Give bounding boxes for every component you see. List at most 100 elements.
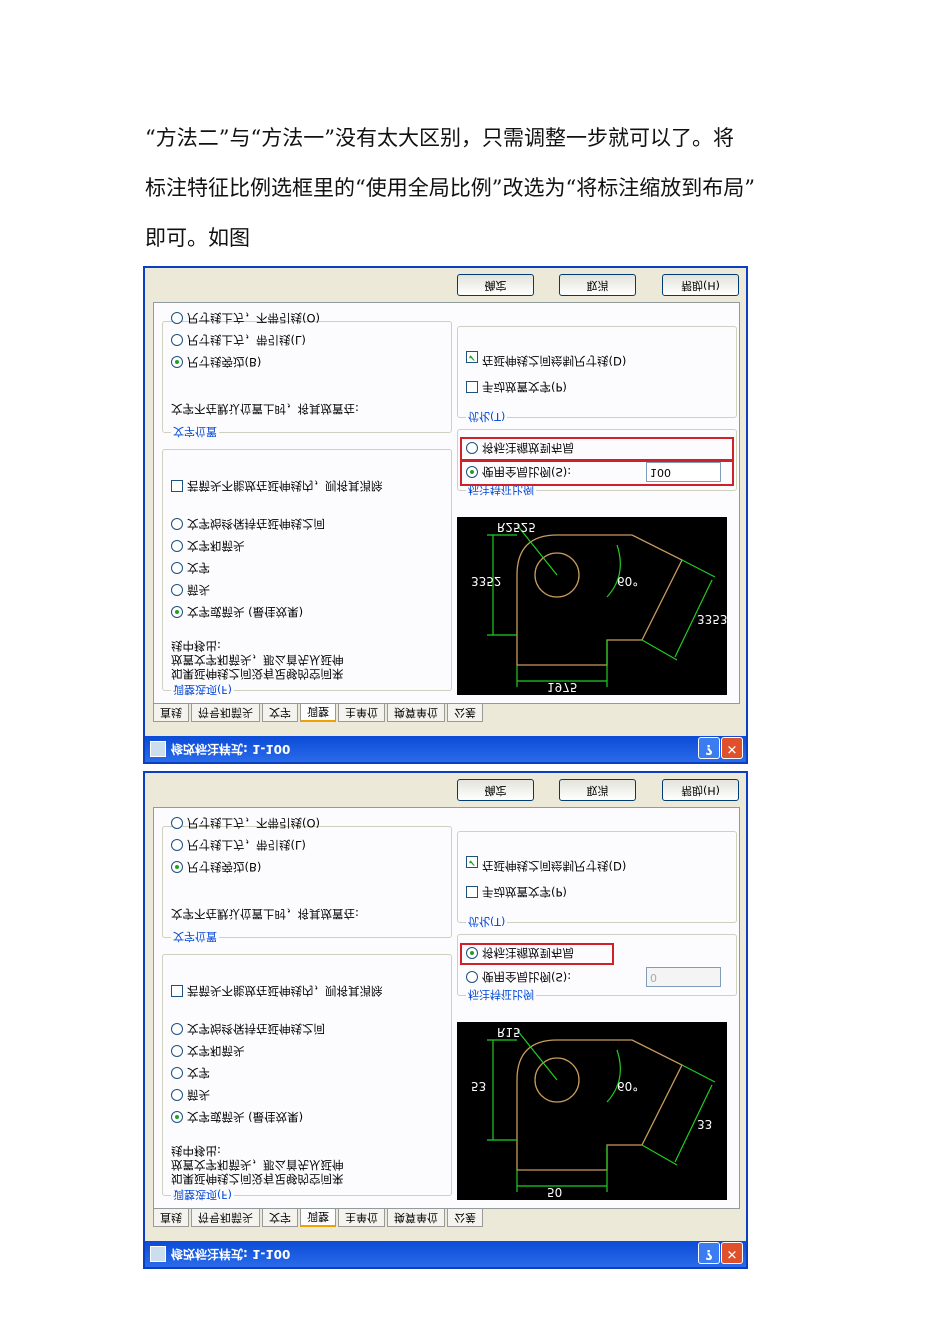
tab-5[interactable]: 换算单位 xyxy=(387,1209,445,1227)
fit-option-label: 文字始终保持在延伸线之间 xyxy=(187,517,325,531)
cancel-button[interactable]: 取消 xyxy=(559,779,636,801)
checkbox-checked-icon[interactable]: ✔ xyxy=(466,351,478,363)
suppress-arrows-checkbox[interactable]: 若箭头不能放在延伸线内，则将其消除 xyxy=(171,983,383,999)
radio-icon[interactable] xyxy=(171,540,183,552)
radio-icon[interactable] xyxy=(171,1045,183,1057)
radio-icon[interactable] xyxy=(171,312,183,324)
radio-icon[interactable] xyxy=(171,1067,183,1079)
radio-icon[interactable] xyxy=(171,562,183,574)
fit-option-1[interactable]: 箭头 xyxy=(171,1087,210,1103)
checkbox-icon[interactable] xyxy=(171,480,183,492)
group-title: 调整选项(F) xyxy=(171,1187,234,1203)
fit-option-0[interactable]: 文字或箭头 (最佳效果) xyxy=(171,604,303,620)
fit-option-0[interactable]: 文字或箭头 (最佳效果) xyxy=(171,1109,303,1125)
tab-0[interactable]: 直线 xyxy=(153,704,189,722)
title-bar: 修改标注样式: 1-100 ? ✕ xyxy=(145,1241,746,1267)
dim-radius: R2525 xyxy=(497,520,536,534)
checkbox-icon[interactable] xyxy=(466,886,478,898)
text-placement-option-0[interactable]: 尺寸线旁边(B) xyxy=(171,859,261,875)
radio-icon[interactable] xyxy=(171,1111,183,1123)
help-icon[interactable]: ? xyxy=(698,1242,720,1264)
fit-option-label: 文字始终保持在延伸线之间 xyxy=(187,1022,325,1036)
dim-angle: 60° xyxy=(617,574,638,588)
radio-icon[interactable] xyxy=(171,1089,183,1101)
cancel-button[interactable]: 取消 xyxy=(559,274,636,296)
text-placement-option-1[interactable]: 尺寸线上方，带引线(L) xyxy=(171,332,306,348)
manual-placement-checkbox[interactable]: 手动放置文字(P) xyxy=(466,884,567,900)
draw-dim-line-checkbox[interactable]: ✔ 在延伸线之间绘制尺寸线(D) xyxy=(466,856,626,874)
radio-icon[interactable] xyxy=(171,584,183,596)
fit-option-3[interactable]: 文字和箭头 xyxy=(171,1043,245,1059)
title-bar: 修改标注样式: 1-100 ? ✕ xyxy=(145,736,746,762)
checkbox-icon[interactable] xyxy=(466,381,478,393)
tab-strip: 直线 符号和箭头 文字 调整 主单位 换算单位 公差 xyxy=(153,1209,485,1227)
tab-2[interactable]: 文字 xyxy=(262,1209,298,1227)
manual-placement-checkbox[interactable]: 手动放置文字(P) xyxy=(466,379,567,395)
radio-icon[interactable] xyxy=(171,334,183,346)
text-placement-option-0[interactable]: 尺寸线旁边(B) xyxy=(171,354,261,370)
tab-1[interactable]: 符号和箭头 xyxy=(191,1209,260,1227)
checkbox-checked-icon[interactable]: ✔ xyxy=(466,856,478,868)
highlight-box xyxy=(460,943,614,965)
text-placement-option-2[interactable]: 尺寸线上方，不带引线(O) xyxy=(171,815,320,831)
fit-options-group: 调整选项(F) 如果延伸线之间没有足够的空间来 放置文字和箭头，那么首先从延伸 … xyxy=(162,449,452,698)
tab-3[interactable]: 调整 xyxy=(300,704,336,722)
text-placement-option-1[interactable]: 尺寸线上方，带引线(L) xyxy=(171,837,306,853)
close-icon[interactable]: ✕ xyxy=(721,1242,743,1264)
group-title: 优化(T) xyxy=(466,914,508,930)
dialog-title: 修改标注样式: 1-100 xyxy=(171,1247,291,1261)
help-icon[interactable]: ? xyxy=(698,737,720,759)
ok-button[interactable]: 确定 xyxy=(457,779,534,801)
tab-3[interactable]: 调整 xyxy=(300,1209,336,1227)
text-placement-label: 尺寸线旁边(B) xyxy=(187,860,262,874)
help-button[interactable]: 帮助(H) xyxy=(662,274,739,296)
suppress-arrows-checkbox[interactable]: 若箭头不能放在延伸线内，则将其消除 xyxy=(171,478,383,494)
fit-option-2[interactable]: 文字 xyxy=(171,1065,210,1081)
tab-2[interactable]: 文字 xyxy=(262,704,298,722)
part-outline xyxy=(516,534,683,666)
document-page: “方法二”与“方法一”没有太大区别，只需调整一步就可以了。将 标注特征比例选框里… xyxy=(0,0,950,1344)
radio-icon[interactable] xyxy=(171,817,183,829)
dimension-lines xyxy=(487,524,716,687)
group-title: 优化(T) xyxy=(466,409,508,425)
radio-icon[interactable] xyxy=(171,861,183,873)
use-overall-scale-radio[interactable]: 使用全局比例(S): xyxy=(466,969,571,985)
tab-5[interactable]: 换算单位 xyxy=(387,704,445,722)
text-placement-group: 文字位置 文字不在默认位置上时，将其放置在: 尺寸线旁边(B) 尺寸线上方，带引线… xyxy=(162,816,452,945)
radio-icon[interactable] xyxy=(171,518,183,530)
dim-radius: R15 xyxy=(497,1025,521,1039)
radio-icon[interactable] xyxy=(171,1023,183,1035)
help-button[interactable]: 帮助(H) xyxy=(662,779,739,801)
radio-icon[interactable] xyxy=(171,356,183,368)
fit-description: 线中移出: xyxy=(171,1144,221,1158)
ok-button[interactable]: 确定 xyxy=(457,274,534,296)
fit-option-4[interactable]: 文字始终保持在延伸线之间 xyxy=(171,516,325,532)
fit-option-2[interactable]: 文字 xyxy=(171,560,210,576)
overall-scale-input[interactable]: 0 xyxy=(646,967,721,987)
group-title: 文字位置 xyxy=(171,929,219,945)
close-icon[interactable]: ✕ xyxy=(721,737,743,759)
fit-description: 如果延伸线之间没有足够的空间来 xyxy=(171,667,344,681)
tab-4[interactable]: 主单位 xyxy=(338,704,385,722)
checkbox-icon[interactable] xyxy=(171,985,183,997)
fit-option-3[interactable]: 文字和箭头 xyxy=(171,538,245,554)
radio-icon[interactable] xyxy=(466,971,478,983)
tab-4[interactable]: 主单位 xyxy=(338,1209,385,1227)
group-title: 调整选项(F) xyxy=(171,682,234,698)
tab-0[interactable]: 直线 xyxy=(153,1209,189,1227)
dim-slant: 3353 xyxy=(697,612,727,626)
text-placement-option-2[interactable]: 尺寸线上方，不带引线(O) xyxy=(171,310,320,326)
fit-option-4[interactable]: 文字始终保持在延伸线之间 xyxy=(171,1021,325,1037)
scale-group: 标注特征比例 使用全局比例(S): 100 将标注缩放到布局 xyxy=(457,429,737,498)
tab-6[interactable]: 公差 xyxy=(447,704,483,722)
group-title: 标注特征比例 xyxy=(466,987,536,1003)
tab-strip: 直线 符号和箭头 文字 调整 主单位 换算单位 公差 xyxy=(153,704,485,722)
fit-tab-panel: 调整选项(F) 如果延伸线之间没有足够的空间来 放置文字和箭头，那么首先从延伸 … xyxy=(153,807,740,1209)
radio-icon[interactable] xyxy=(171,606,183,618)
tab-6[interactable]: 公差 xyxy=(447,1209,483,1227)
fit-option-label: 箭头 xyxy=(187,1088,210,1102)
fit-option-1[interactable]: 箭头 xyxy=(171,582,210,598)
radio-icon[interactable] xyxy=(171,839,183,851)
tab-1[interactable]: 符号和箭头 xyxy=(191,704,260,722)
draw-dim-line-checkbox[interactable]: ✔ 在延伸线之间绘制尺寸线(D) xyxy=(466,351,626,369)
